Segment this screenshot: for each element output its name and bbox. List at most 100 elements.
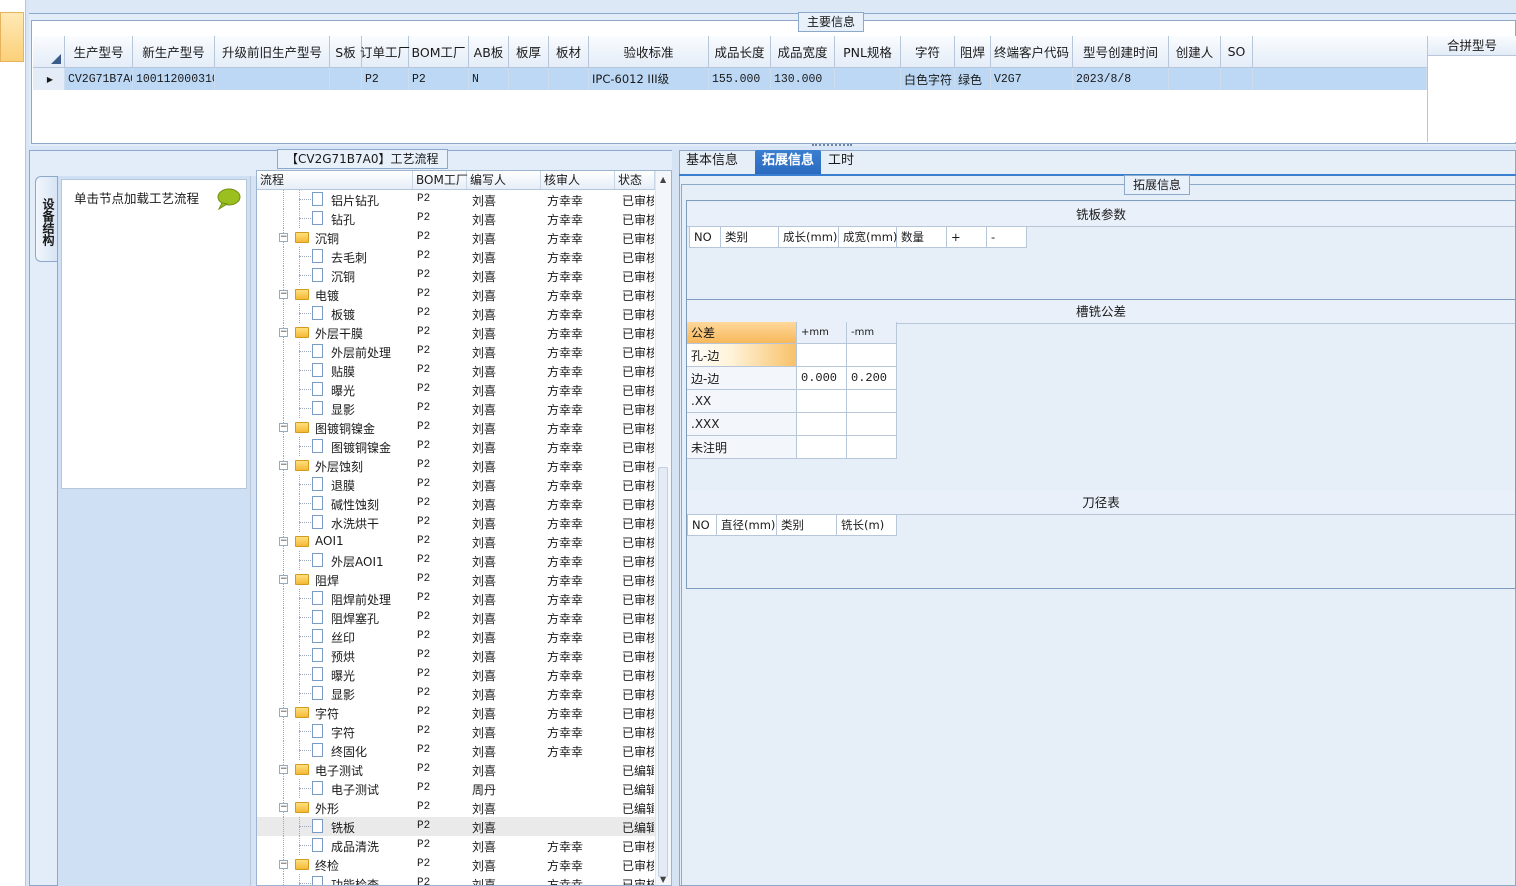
tree-row[interactable]: 退膜 P2 刘喜 方幸幸 已审核 (257, 475, 655, 494)
tool-col-1[interactable]: 直径(mm) (717, 514, 777, 536)
node-label[interactable]: 曝光 (331, 667, 355, 684)
cell-8[interactable] (549, 68, 589, 90)
cell-18[interactable] (1221, 68, 1253, 90)
tree-row[interactable]: 显影 P2 刘喜 方幸幸 已审核 (257, 684, 655, 703)
col-header-9[interactable]: 验收标准 (589, 36, 709, 68)
tree-row[interactable]: 板镀 P2 刘喜 方幸幸 已审核 (257, 304, 655, 323)
col-header-3[interactable]: S板 (330, 36, 362, 68)
cell-4[interactable]: P2 (362, 68, 409, 90)
tree-row[interactable]: 终固化 P2 刘喜 方幸幸 已审核 (257, 741, 655, 760)
node-label[interactable]: 水洗烘干 (331, 515, 379, 532)
node-label[interactable]: 阻焊塞孔 (331, 610, 379, 627)
cell-9[interactable]: IPC-6012 III级 (589, 68, 709, 90)
expand-toggle[interactable]: − (279, 765, 288, 774)
node-label[interactable]: 铝片钻孔 (331, 192, 379, 209)
node-label[interactable]: 字符 (331, 724, 355, 741)
node-label[interactable]: 碱性蚀刻 (331, 496, 379, 513)
tol-row[interactable]: 边-边 0.000 0.200 (687, 367, 897, 390)
tree-row[interactable]: 成品清洗 P2 刘喜 方幸幸 已审核 (257, 836, 655, 855)
tree-row[interactable]: 预烘 P2 刘喜 方幸幸 已审核 (257, 646, 655, 665)
cell-6[interactable]: N (469, 68, 509, 90)
node-label[interactable]: 外形 (315, 800, 339, 817)
mill-col-1[interactable]: 类别 (721, 226, 779, 248)
expand-toggle[interactable]: − (279, 328, 288, 337)
tol-value[interactable] (797, 436, 847, 459)
cell-1[interactable]: 10011200031034 (133, 68, 215, 90)
mill-col-4[interactable]: 数量 (897, 226, 947, 248)
expand-toggle[interactable]: − (279, 290, 288, 299)
cell-7[interactable] (509, 68, 549, 90)
cell-16[interactable]: 2023/8/8 (1073, 68, 1169, 90)
expand-toggle[interactable]: − (279, 537, 288, 546)
tree-row[interactable]: − 图镀铜镍金 P2 刘喜 方幸幸 已审核 (257, 418, 655, 437)
mill-col-3[interactable]: 成宽(mm) (839, 226, 897, 248)
node-label[interactable]: 图镀铜镍金 (331, 439, 391, 456)
cell-17[interactable] (1169, 68, 1221, 90)
col-header-12[interactable]: PNL规格 (835, 36, 901, 68)
tree-scrollbar[interactable]: ▲ ▼ (655, 171, 671, 885)
row-indicator[interactable]: ▶ (33, 68, 65, 90)
tab-1[interactable]: 拓展信息 (755, 150, 822, 174)
tol-value[interactable] (847, 390, 897, 413)
node-label[interactable]: 退膜 (331, 477, 355, 494)
col-header-1[interactable]: 新生产型号 (133, 36, 215, 68)
cell-10[interactable]: 155.000 (709, 68, 771, 90)
cell-12[interactable] (835, 68, 901, 90)
node-label[interactable]: 外层蚀刻 (315, 458, 363, 475)
tol-value[interactable] (847, 344, 897, 367)
tree-row[interactable]: 外层前处理 P2 刘喜 方幸幸 已审核 (257, 342, 655, 361)
tol-row[interactable]: 孔-边 (687, 344, 897, 367)
tree-row[interactable]: 字符 P2 刘喜 方幸幸 已审核 (257, 722, 655, 741)
col-header-0[interactable]: 生产型号 (65, 36, 133, 68)
col-header-18[interactable]: SO (1221, 36, 1253, 68)
tree-row[interactable]: − 外层蚀刻 P2 刘喜 方幸幸 已审核 (257, 456, 655, 475)
tree-row[interactable]: 钻孔 P2 刘喜 方幸幸 已审核 (257, 209, 655, 228)
tree-row[interactable]: 阻焊前处理 P2 刘喜 方幸幸 已审核 (257, 589, 655, 608)
node-label[interactable]: 电子测试 (315, 762, 363, 779)
node-label[interactable]: 阻焊前处理 (331, 591, 391, 608)
col-header-11[interactable]: 成品宽度 (771, 36, 835, 68)
tree-row[interactable]: − AOI1 P2 刘喜 方幸幸 已审核 (257, 532, 655, 551)
cell-11[interactable]: 130.000 (771, 68, 835, 90)
tree-row[interactable]: 功能检查 P2 刘喜 方幸幸 已审核 (257, 874, 655, 885)
tol-value[interactable] (797, 390, 847, 413)
dock-tab[interactable] (0, 12, 24, 62)
node-label[interactable]: 字符 (315, 705, 339, 722)
mill-col-6[interactable]: - (987, 226, 1027, 248)
cell-0[interactable]: CV2G71B7A0 (65, 68, 133, 90)
tree-row[interactable]: − 字符 P2 刘喜 方幸幸 已审核 (257, 703, 655, 722)
col-header-5[interactable]: BOM工厂 (409, 36, 469, 68)
expand-toggle[interactable]: − (279, 233, 288, 242)
node-label[interactable]: 终检 (315, 857, 339, 874)
expand-toggle[interactable]: − (279, 461, 288, 470)
tree-col-3[interactable]: 核审人 (541, 171, 615, 189)
col-header-17[interactable]: 创建人 (1169, 36, 1221, 68)
splitter-right[interactable] (672, 150, 679, 886)
mill-col-5[interactable]: + (947, 226, 987, 248)
scroll-thumb[interactable] (658, 467, 668, 877)
scroll-up-icon[interactable]: ▲ (660, 175, 666, 184)
col-header-2[interactable]: 升级前旧生产型号 (215, 36, 330, 68)
node-label[interactable]: 丝印 (331, 629, 355, 646)
col-header-10[interactable]: 成品长度 (709, 36, 771, 68)
col-header-13[interactable]: 字符 (901, 36, 955, 68)
splitter-grip[interactable] (812, 144, 852, 147)
cell-15[interactable]: V2G7 (991, 68, 1073, 90)
col-header-6[interactable]: AB板 (469, 36, 509, 68)
tool-col-3[interactable]: 铣长(m) (837, 514, 897, 536)
tol-value[interactable] (797, 413, 847, 436)
tree-row[interactable]: − 阻焊 P2 刘喜 方幸幸 已审核 (257, 570, 655, 589)
col-header-15[interactable]: 终端客户代码 (991, 36, 1073, 68)
tol-value[interactable]: 0.000 (797, 367, 847, 390)
cell-2[interactable] (215, 68, 330, 90)
node-label[interactable]: 沉铜 (331, 268, 355, 285)
tree-row[interactable]: 碱性蚀刻 P2 刘喜 方幸幸 已审核 (257, 494, 655, 513)
expand-toggle[interactable]: − (279, 860, 288, 869)
tree-row[interactable]: − 终检 P2 刘喜 方幸幸 已审核 (257, 855, 655, 874)
node-label[interactable]: 电子测试 (331, 781, 379, 798)
tree-row[interactable]: 贴膜 P2 刘喜 方幸幸 已审核 (257, 361, 655, 380)
cell-14[interactable]: 绿色 (955, 68, 991, 90)
tree-col-0[interactable]: 流程 (257, 171, 413, 189)
tree-col-2[interactable]: 编写人 (467, 171, 541, 189)
tree-row[interactable]: 显影 P2 刘喜 方幸幸 已审核 (257, 399, 655, 418)
